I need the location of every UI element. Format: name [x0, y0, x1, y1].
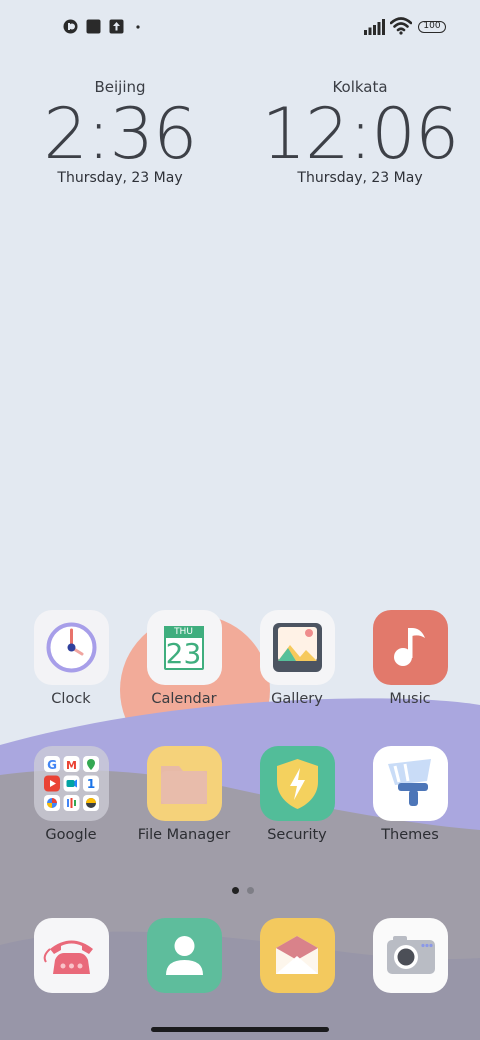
- clock-date: Thursday, 23 May: [297, 170, 423, 186]
- dock-camera[interactable]: [354, 918, 466, 993]
- app-gallery[interactable]: Gallery: [241, 610, 353, 707]
- music-icon: [372, 610, 448, 685]
- wifi-icon: [390, 17, 412, 35]
- camera-icon: [372, 918, 448, 993]
- home-gesture-bar[interactable]: [151, 1027, 329, 1032]
- app-security[interactable]: Security: [241, 746, 353, 843]
- app-label: Themes: [381, 827, 439, 843]
- battery-icon: 100: [418, 21, 446, 33]
- app-notification-icon: [63, 19, 78, 34]
- app-label: Calendar: [151, 691, 217, 707]
- app-label: Gallery: [271, 691, 323, 707]
- app-file-manager[interactable]: File Manager: [128, 746, 240, 843]
- square-notification-icon: [86, 19, 101, 34]
- app-label: Google: [45, 827, 97, 843]
- calendar-day-text: 23: [165, 637, 202, 670]
- app-music[interactable]: Music: [354, 610, 466, 707]
- themes-brush-icon: [372, 746, 448, 821]
- more-dot-icon: [136, 25, 140, 29]
- app-calendar[interactable]: THU 23 Calendar: [128, 610, 240, 707]
- page-dot[interactable]: [247, 887, 254, 894]
- app-label: Clock: [51, 691, 91, 707]
- dock-phone[interactable]: [15, 918, 127, 993]
- clock-icon: [33, 610, 109, 685]
- clock-time: 2:36: [43, 93, 197, 175]
- security-shield-icon: [259, 746, 335, 821]
- clock-date: Thursday, 23 May: [57, 170, 183, 186]
- app-label: Music: [389, 691, 431, 707]
- dock-contacts[interactable]: [128, 918, 240, 993]
- upload-notification-icon: [109, 19, 124, 34]
- svg-text:1: 1: [86, 777, 94, 791]
- app-themes[interactable]: Themes: [354, 746, 466, 843]
- clock-time: 12:06: [261, 93, 460, 175]
- app-google-folder[interactable]: G M 1 Google: [15, 746, 127, 843]
- app-clock[interactable]: Clock: [15, 610, 127, 707]
- app-label: File Manager: [137, 827, 231, 843]
- calendar-icon: THU 23: [146, 610, 222, 685]
- app-label: Security: [267, 827, 327, 843]
- messages-icon: [259, 918, 335, 993]
- google-folder-icon: G M 1: [33, 746, 109, 821]
- google-letter: G: [47, 758, 57, 772]
- page-dot-active[interactable]: [232, 887, 239, 894]
- signal-icon: [364, 19, 385, 35]
- phone-icon: [33, 918, 109, 993]
- page-indicator[interactable]: [228, 879, 258, 898]
- contacts-icon: [146, 918, 222, 993]
- dock-messages[interactable]: [241, 918, 353, 993]
- gallery-icon: [259, 610, 335, 685]
- gmail-letter: M: [66, 759, 77, 772]
- folder-icon: [146, 746, 222, 821]
